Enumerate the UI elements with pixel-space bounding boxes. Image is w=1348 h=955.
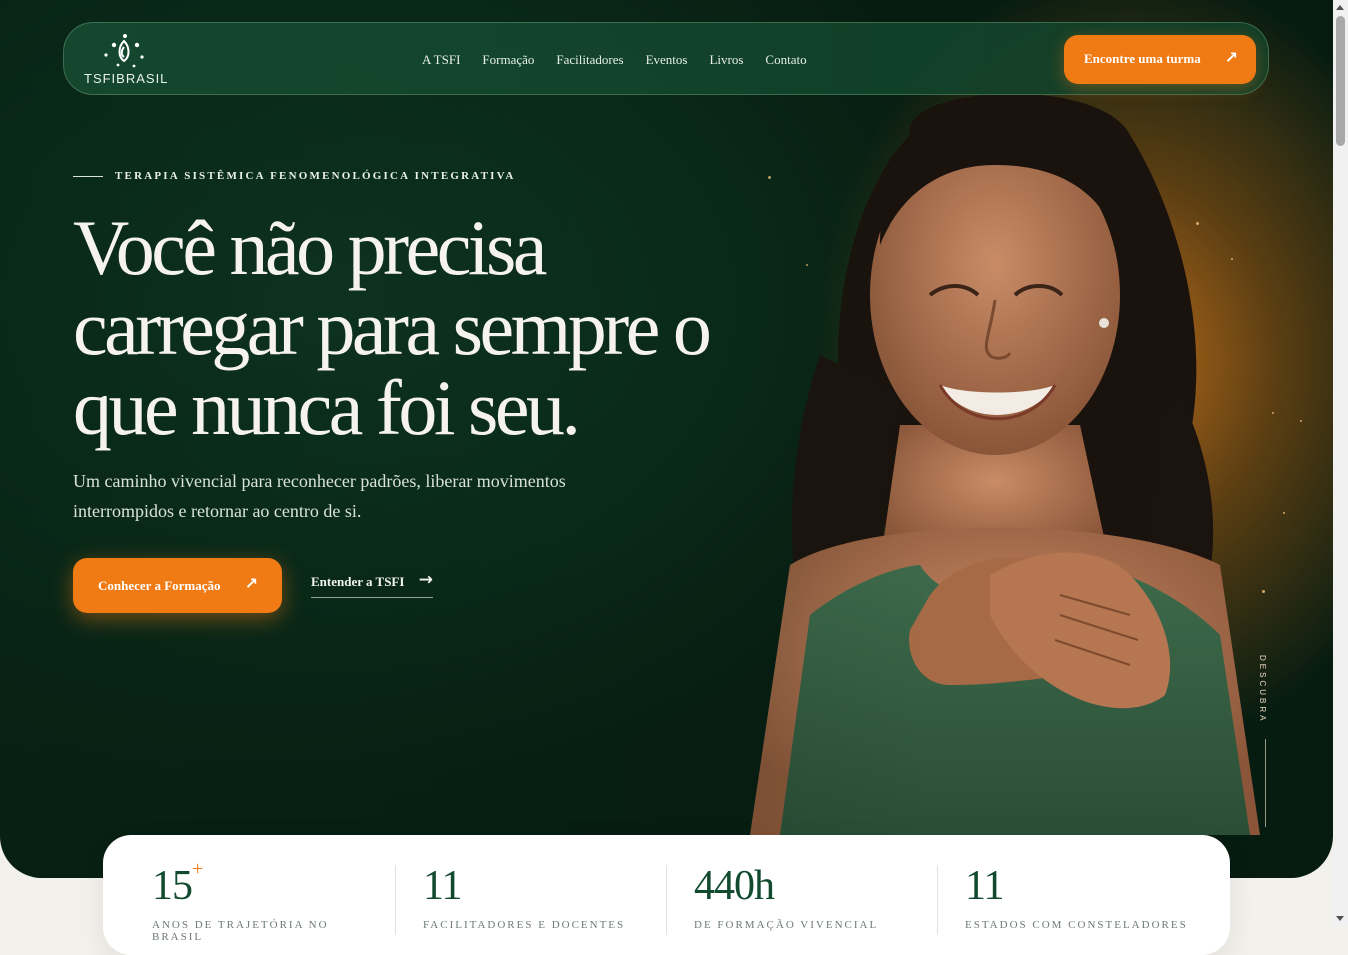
nav-link-formacao[interactable]: Formação <box>482 52 534 68</box>
stat-value: 440h <box>694 863 775 909</box>
stat-divider <box>937 865 938 935</box>
find-class-button[interactable]: Encontre uma turma ↗ <box>1064 35 1256 84</box>
stat-divider <box>395 865 396 935</box>
eyebrow-line <box>73 175 103 177</box>
stat-value: 11 <box>965 863 1004 909</box>
hero-headline: Você não precisa carregar para sempre o … <box>73 204 712 451</box>
find-class-label: Encontre uma turma <box>1084 51 1201 66</box>
stat-divider <box>666 865 667 935</box>
scroll-cue-text: DESCUBRA <box>1258 655 1267 724</box>
nav-link-facilitadores[interactable]: Facilitadores <box>556 52 623 68</box>
stat-states: 11 ESTADOS COM CONSTELADORES <box>937 835 1208 955</box>
scroll-up-icon[interactable] <box>1336 5 1344 10</box>
stat-label: ANOS DE TRAJETÓRIA NO BRASIL <box>152 919 329 943</box>
learn-formation-label: Conhecer a Formação <box>98 578 221 593</box>
link-underline <box>311 597 433 598</box>
page-scrollbar[interactable] <box>1333 0 1348 926</box>
stat-label: ESTADOS COM CONSTELADORES <box>965 919 1188 931</box>
scroll-cue[interactable]: DESCUBRA <box>1258 655 1272 830</box>
nav-link-livros[interactable]: Livros <box>709 52 743 68</box>
arrow-right-icon: → <box>418 570 433 590</box>
scrollbar-thumb[interactable] <box>1336 16 1345 146</box>
scroll-down-icon[interactable] <box>1336 916 1344 921</box>
tsfi-logo-icon <box>104 34 144 68</box>
stat-value: 15+ <box>152 858 203 909</box>
arrow-up-right-icon: ↗ <box>244 574 258 593</box>
eyebrow-text: TERAPIA SISTÊMICA FENOMENOLÓGICA INTEGRA… <box>115 170 516 182</box>
arrow-up-right-icon: ↗ <box>1224 48 1238 67</box>
stat-years: 15+ ANOS DE TRAJETÓRIA NO BRASIL <box>103 835 374 955</box>
stat-facilitators: 11 FACILITADORES E DOCENTES <box>395 835 666 955</box>
learn-formation-button[interactable]: Conhecer a Formação ↗ <box>73 558 282 613</box>
scroll-cue-line <box>1265 739 1266 827</box>
top-navigation: TSFIBRASIL A TSFI Formação Facilitadores… <box>63 22 1269 95</box>
stat-suffix: + <box>192 858 203 880</box>
nav-link-a-tsfi[interactable]: A TSFI <box>422 52 460 68</box>
stat-label: DE FORMAÇÃO VIVENCIAL <box>694 919 879 931</box>
stat-hours: 440h DE FORMAÇÃO VIVENCIAL <box>666 835 937 955</box>
stat-value: 11 <box>423 863 462 909</box>
nav-link-contato[interactable]: Contato <box>765 52 806 68</box>
understand-tsfi-label: Entender a TSFI <box>311 574 405 589</box>
brand-logo[interactable]: TSFIBRASIL <box>84 33 167 89</box>
hero-eyebrow: TERAPIA SISTÊMICA FENOMENOLÓGICA INTEGRA… <box>73 170 515 182</box>
nav-links: A TSFI Formação Facilitadores Eventos Li… <box>422 23 807 96</box>
stat-label: FACILITADORES E DOCENTES <box>423 919 626 931</box>
brand-name: TSFIBRASIL <box>84 71 169 86</box>
understand-tsfi-link[interactable]: Entender a TSFI → <box>311 570 433 598</box>
hero-section: TSFIBRASIL A TSFI Formação Facilitadores… <box>0 0 1333 878</box>
stats-card: 15+ ANOS DE TRAJETÓRIA NO BRASIL 11 FACI… <box>103 835 1230 955</box>
hero-subtitle: Um caminho vivencial para reconhecer pad… <box>73 471 566 521</box>
nav-link-eventos[interactable]: Eventos <box>646 52 688 68</box>
